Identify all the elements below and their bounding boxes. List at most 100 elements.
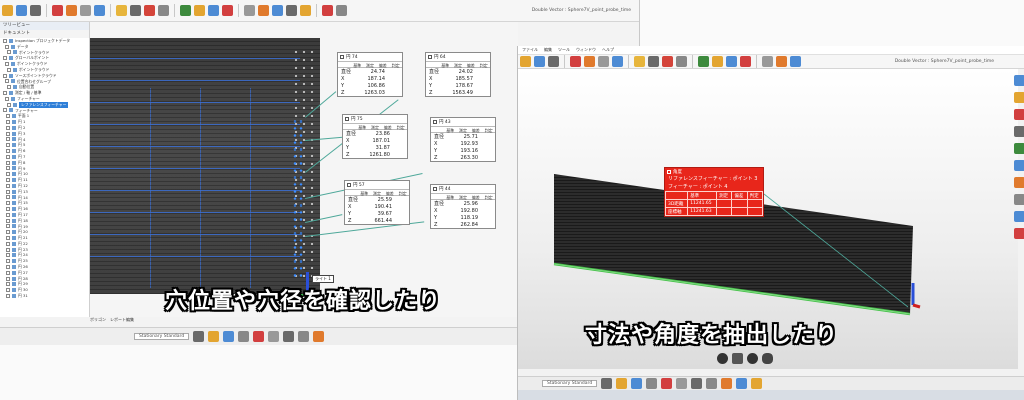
toolbar-tool-icon[interactable] xyxy=(1013,177,1024,188)
toolbar-tool-icon[interactable] xyxy=(144,5,155,16)
expand-toggle-icon[interactable] xyxy=(7,50,11,55)
expand-toggle-icon[interactable] xyxy=(6,178,10,183)
toolbar-tool-icon[interactable] xyxy=(2,5,13,16)
toolbar-tool-icon[interactable] xyxy=(193,331,205,342)
toolbar-tool-icon[interactable] xyxy=(253,331,265,342)
toolbar-tool-icon[interactable] xyxy=(66,5,77,16)
toolbar-tool-icon[interactable] xyxy=(336,5,347,16)
tree-item[interactable]: 円 31 xyxy=(0,293,89,299)
expand-toggle-icon[interactable] xyxy=(6,224,10,229)
toolbar-tool-icon[interactable] xyxy=(130,5,141,16)
expand-toggle-icon[interactable] xyxy=(6,131,10,136)
toolbar-tool-icon[interactable] xyxy=(94,5,105,16)
expand-toggle-icon[interactable] xyxy=(6,293,10,298)
toolbar-tool-icon[interactable] xyxy=(244,5,255,16)
toolbar-tool-icon[interactable] xyxy=(1013,109,1024,120)
measurement-box[interactable]: 円 57 基準 測定 偏差 判定 直径 25.59 X 190.41 Y 39.67 Z 661.44 xyxy=(344,180,410,225)
toolbar-tool-icon[interactable] xyxy=(612,56,623,67)
menu-file[interactable]: ファイル xyxy=(522,47,538,53)
expand-toggle-icon[interactable] xyxy=(3,73,7,78)
left-mode-select[interactable]: Stationary Standard xyxy=(134,333,190,340)
measurement-box[interactable]: 円 43 基準 測定 偏差 判定 直径 25.71 X 192.93 Y 193.16 Z 263.30 xyxy=(430,117,496,162)
toolbar-tool-icon[interactable] xyxy=(238,331,250,342)
toolbar-tool-icon[interactable] xyxy=(726,56,737,67)
toolbar-tool-icon[interactable] xyxy=(286,5,297,16)
measurement-box[interactable]: 円 74 基準 測定 偏差 判定 直径 24.74 X 187.14 Y 106.86 Z 1263.0… xyxy=(337,52,403,97)
expand-toggle-icon[interactable] xyxy=(6,143,10,148)
toolbar-tool-icon[interactable] xyxy=(300,5,311,16)
toolbar-tool-icon[interactable] xyxy=(790,56,801,67)
expand-toggle-icon[interactable] xyxy=(6,247,10,252)
tab-polygon[interactable]: ポリゴン xyxy=(90,317,106,325)
toolbar-tool-icon[interactable] xyxy=(1013,160,1024,171)
toolbar-tool-icon[interactable] xyxy=(322,5,333,16)
toolbar-tool-icon[interactable] xyxy=(298,331,310,342)
checkbox-icon[interactable] xyxy=(340,55,344,59)
expand-toggle-icon[interactable] xyxy=(7,85,11,90)
toolbar-tool-icon[interactable] xyxy=(16,5,27,16)
expand-toggle-icon[interactable] xyxy=(6,166,10,171)
record-icon[interactable] xyxy=(747,353,758,364)
toolbar-tool-icon[interactable] xyxy=(776,56,787,67)
expand-toggle-icon[interactable] xyxy=(6,264,10,269)
checkbox-icon[interactable] xyxy=(345,117,349,121)
toolbar-tool-icon[interactable] xyxy=(548,56,559,67)
toolbar-tool-icon[interactable] xyxy=(676,378,688,389)
toolbar-tool-icon[interactable] xyxy=(646,378,658,389)
measurement-box[interactable]: 円 64 基準 測定 偏差 判定 直径 24.02 X 185.57 Y 178.67 Z 1563.4… xyxy=(425,52,491,97)
toolbar-tool-icon[interactable] xyxy=(706,378,718,389)
toolbar-tool-icon[interactable] xyxy=(313,331,325,342)
view-mode-icon[interactable] xyxy=(717,353,728,364)
expand-toggle-icon[interactable] xyxy=(6,149,10,154)
expand-toggle-icon[interactable] xyxy=(5,79,9,84)
expand-toggle-icon[interactable] xyxy=(6,195,10,200)
expand-toggle-icon[interactable] xyxy=(6,137,10,142)
toolbar-tool-icon[interactable] xyxy=(1013,126,1024,137)
menu-edit[interactable]: 編集 xyxy=(544,47,552,53)
expand-toggle-icon[interactable] xyxy=(6,276,10,281)
toolbar-tool-icon[interactable] xyxy=(180,5,191,16)
toolbar-tool-icon[interactable] xyxy=(1013,211,1024,222)
expand-toggle-icon[interactable] xyxy=(6,218,10,223)
toolbar-tool-icon[interactable] xyxy=(52,5,63,16)
expand-toggle-icon[interactable] xyxy=(5,96,9,101)
measurement-box[interactable]: 円 44 基準 測定 偏差 判定 直径 25.96 X 192.80 Y 118.19 Z 262.84 xyxy=(430,184,496,229)
expand-toggle-icon[interactable] xyxy=(3,108,7,113)
checkbox-icon[interactable] xyxy=(433,120,437,124)
toolbar-tool-icon[interactable] xyxy=(598,56,609,67)
toolbar-tool-icon[interactable] xyxy=(634,56,645,67)
expand-toggle-icon[interactable] xyxy=(6,282,10,287)
toolbar-tool-icon[interactable] xyxy=(116,5,127,16)
toolbar-tool-icon[interactable] xyxy=(1013,143,1024,154)
expand-toggle-icon[interactable] xyxy=(6,154,10,159)
expand-toggle-icon[interactable] xyxy=(6,183,10,188)
settings-icon[interactable] xyxy=(732,353,743,364)
expand-toggle-icon[interactable] xyxy=(7,102,11,107)
toolbar-tool-icon[interactable] xyxy=(616,378,628,389)
menu-window[interactable]: ウィンドウ xyxy=(576,47,596,53)
toolbar-tool-icon[interactable] xyxy=(631,378,643,389)
toolbar-tool-icon[interactable] xyxy=(80,5,91,16)
menu-tools[interactable]: ツール xyxy=(558,47,570,53)
toolbar-tool-icon[interactable] xyxy=(676,56,687,67)
toolbar-tool-icon[interactable] xyxy=(662,56,673,67)
checkbox-icon[interactable] xyxy=(428,55,432,59)
toolbar-tool-icon[interactable] xyxy=(268,331,280,342)
toolbar-tool-icon[interactable] xyxy=(272,5,283,16)
toolbar-tool-icon[interactable] xyxy=(223,331,235,342)
toolbar-tool-icon[interactable] xyxy=(1013,228,1024,239)
toolbar-tool-icon[interactable] xyxy=(283,331,295,342)
measurement-box[interactable]: 円 75 基準 測定 偏差 判定 直径 23.86 X 187.01 Y 31.87 Z 1261.80 xyxy=(342,114,408,159)
expand-toggle-icon[interactable] xyxy=(6,201,10,206)
toolbar-tool-icon[interactable] xyxy=(158,5,169,16)
toolbar-tool-icon[interactable] xyxy=(258,5,269,16)
expand-toggle-icon[interactable] xyxy=(6,125,10,130)
toolbar-tool-icon[interactable] xyxy=(736,378,748,389)
toolbar-tool-icon[interactable] xyxy=(1013,75,1024,86)
expand-toggle-icon[interactable] xyxy=(6,235,10,240)
toolbar-tool-icon[interactable] xyxy=(520,56,531,67)
toolbar-tool-icon[interactable] xyxy=(570,56,581,67)
expand-toggle-icon[interactable] xyxy=(6,189,10,194)
checkbox-icon[interactable] xyxy=(347,183,351,187)
expand-toggle-icon[interactable] xyxy=(6,270,10,275)
